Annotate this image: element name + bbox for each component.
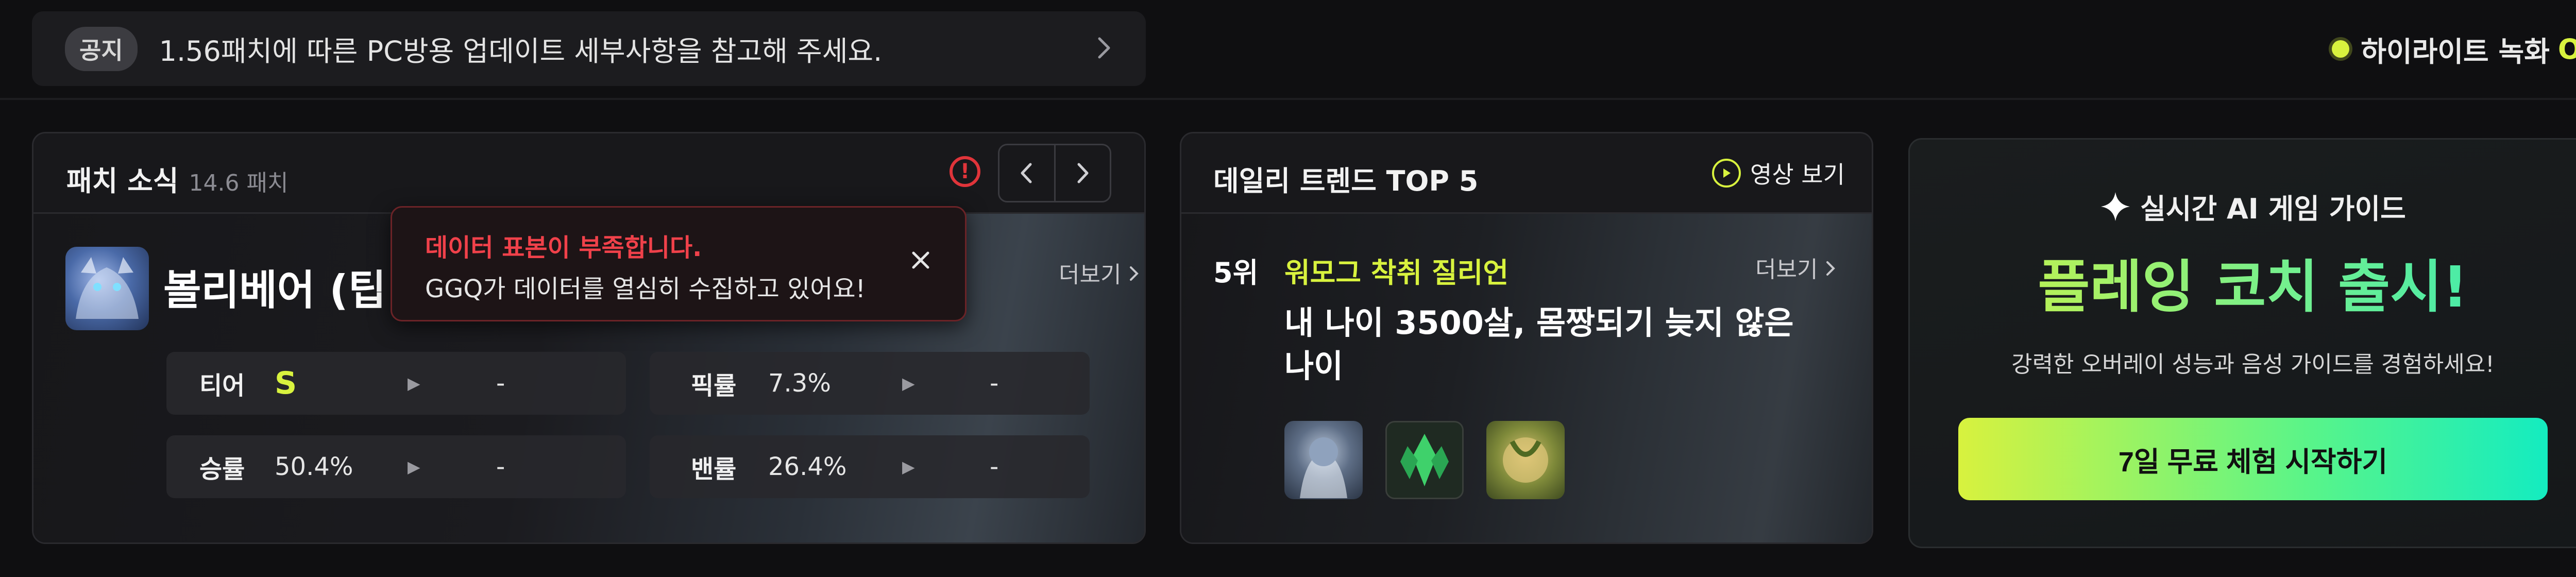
nature-item-icon[interactable] [1486,421,1565,499]
trend-title: 데일리 트렌드 TOP 5 [1213,165,1479,197]
stat-pick-value: 7.3% [768,369,831,398]
trend-more-link[interactable]: 더보기 [1755,251,1836,284]
trend-card-body: 5위 워모그 착취 질리언 더보기 내 나이 3500살, 몸짱되기 늦지 않은… [1181,214,1872,542]
stat-win-label: 승률 [199,455,245,484]
record-indicator-icon [2332,40,2350,58]
sparkle-icon [2101,192,2130,221]
trend-build-name[interactable]: 워모그 착취 질리언 [1284,250,1509,291]
chevron-right-icon [1077,163,1089,183]
notice-text: 1.56패치에 따른 PC방용 업데이트 세부사항을 참고해 주세요. [159,35,883,67]
champion-name: 볼리베어 (팁 [163,266,386,314]
stat-tier-change: - [496,369,505,398]
stat-pick-change: - [990,369,999,398]
patch-pager [998,144,1111,202]
stat-tier-value: S [275,365,297,401]
stat-tier-label: 티어 [199,371,245,400]
next-button[interactable] [1054,145,1110,201]
data-warning-toast: 데이터 표본이 부족합니다. GGQ가 데이터를 열심히 수집하고 있어요! [391,206,967,321]
patch-title: 패치 소식 14.6 패치 [66,158,288,199]
arrow-right-icon: ▶ [408,374,420,393]
header-divider [0,98,2576,100]
watch-video-button[interactable]: 영상 보기 [1712,156,1845,190]
highlight-record-toggle[interactable]: 하이라이트 녹화 ON [2332,26,2576,72]
stat-ban: 밴률 26.4% ▶ - [650,435,1090,498]
coach-promo-card: 실시간 AI 게임 가이드 플레잉 코치 출시! 강력한 오버레이 성능과 음성… [1908,138,2576,548]
highlight-status: ON [2557,32,2576,65]
champion-avatar[interactable] [65,247,149,330]
stat-pick: 픽률 7.3% ▶ - [650,352,1090,415]
stat-pick-label: 픽률 [691,371,737,400]
start-free-trial-button[interactable]: 7일 무료 체험 시작하기 [1958,418,2548,500]
trend-rank: 5위 [1213,257,1259,289]
stat-win-value: 50.4% [275,452,353,481]
stat-ban-change: - [990,452,999,481]
play-icon [1712,159,1741,188]
highlight-label: 하이라이트 녹화 [2361,35,2550,68]
promo-description: 강력한 오버레이 성능과 음성 가이드를 경험하세요! [2011,351,2495,378]
trend-headline[interactable]: 내 나이 3500살, 몸짱되기 늦지 않은 나이 [1284,301,1810,388]
promo-subtitle-text: 실시간 AI 게임 가이드 [2140,193,2406,225]
patch-news-card: 패치 소식 14.6 패치 ! 볼리베어 (팁 더보기 티어 S ▶ - 픽률 … [32,132,1146,544]
chevron-right-icon [1130,266,1139,281]
patch-more-label: 더보기 [1059,262,1122,288]
patch-card-header: 패치 소식 14.6 패치 ! [33,133,1144,214]
promo-title: 플레잉 코치 출시! [1910,241,2576,323]
patch-more-link[interactable]: 더보기 [1059,256,1140,289]
stat-win: 승률 50.4% ▶ - [166,435,626,498]
arrow-right-icon: ▶ [408,457,420,477]
daily-trend-card: 데일리 트렌드 TOP 5 영상 보기 5위 워모그 착취 질리언 더보기 내 … [1180,132,1873,544]
arrow-right-icon: ▶ [902,374,915,393]
close-button[interactable] [909,249,932,274]
watch-video-label: 영상 보기 [1750,161,1845,189]
champion-portrait-icon[interactable] [1284,421,1363,499]
close-icon [912,251,929,269]
stat-ban-label: 밴률 [691,455,737,484]
notice-badge: 공지 [65,26,138,71]
stat-ban-value: 26.4% [768,452,847,481]
notice-bar[interactable]: 공지 1.56패치에 따른 PC방용 업데이트 세부사항을 참고해 주세요. [32,11,1146,86]
crystal-item-icon[interactable] [1385,421,1464,499]
trend-more-label: 더보기 [1755,257,1818,283]
stat-win-change: - [496,452,505,481]
chevron-left-icon [1021,163,1032,183]
stat-tier: 티어 S ▶ - [166,352,626,415]
patch-version: 14.6 패치 [189,170,289,196]
patch-title-label: 패치 소식 [66,165,179,197]
chevron-right-icon [1095,36,1113,62]
arrow-right-icon: ▶ [902,457,915,477]
alert-icon[interactable]: ! [950,156,980,187]
toast-message: GGQ가 데이터를 열심히 수집하고 있어요! [425,275,866,303]
promo-subtitle: 실시간 AI 게임 가이드 [1910,186,2576,227]
toast-title: 데이터 표본이 부족합니다. [425,233,702,262]
prev-button[interactable] [999,145,1054,201]
chevron-right-icon [1826,261,1836,276]
trend-card-header: 데일리 트렌드 TOP 5 영상 보기 [1181,133,1872,214]
